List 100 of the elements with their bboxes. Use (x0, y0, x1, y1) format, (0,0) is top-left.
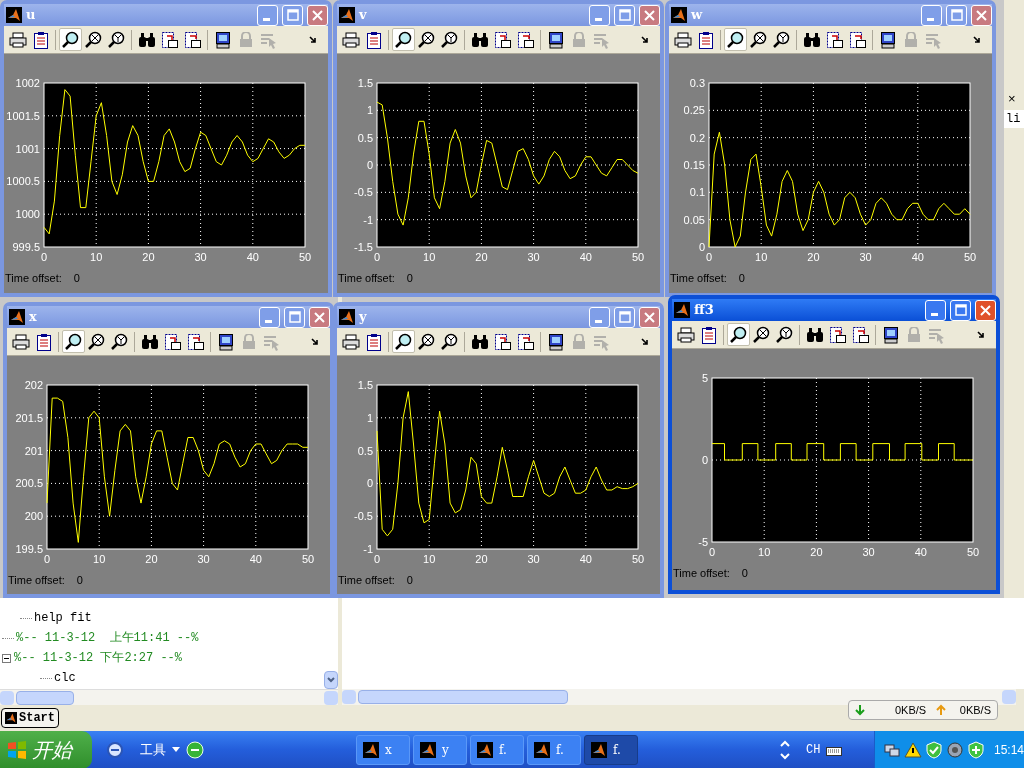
tick-label: -1.5 (354, 241, 373, 253)
time-offset-label: Time offset: (5, 271, 62, 286)
history-command[interactable]: clc (54, 669, 76, 687)
tick-label: 1 (366, 104, 373, 117)
session-header[interactable]: %-- 11-3-12 下午2:27 --% (14, 649, 183, 667)
minimize-button[interactable] (921, 4, 942, 26)
language-indicator[interactable]: CH (806, 740, 821, 759)
start-button[interactable]: Start (1, 708, 59, 728)
magnifier-icon (394, 30, 413, 49)
tick-label: 1000.5 (6, 175, 40, 188)
session-header[interactable]: %-- 11-3-12 上午11:41 --% (16, 629, 199, 647)
tick-label: 0 (373, 251, 381, 263)
tick-label: 40 (914, 546, 927, 558)
tick-label: 20 (810, 546, 823, 558)
minus-icon (4, 657, 9, 659)
save-axes-icon (493, 332, 512, 351)
restore-axes-icon (183, 30, 202, 49)
matlab-logo-icon (339, 309, 355, 325)
tick-label: 0.5 (357, 131, 373, 144)
tick-label: 201 (24, 444, 43, 457)
toolbar-menu[interactable]: 工具 (140, 739, 166, 760)
tick-label: 50 (963, 251, 977, 263)
download-speed: 0KB/S (895, 702, 927, 718)
time-offset-value: 0 (73, 271, 80, 286)
clipboard-icon (697, 30, 714, 49)
upload-speed: 0KB/S (959, 702, 991, 718)
binoculars-icon (470, 31, 489, 48)
taskbar-button[interactable]: f. (470, 734, 524, 765)
toolbar-button[interactable] (724, 28, 747, 51)
clock[interactable]: 15:14 (994, 740, 1024, 759)
chevron-icon (309, 336, 320, 347)
tick-label: -0.5 (354, 186, 373, 199)
scroll-down-button[interactable] (324, 671, 338, 689)
maximize-icon (954, 304, 967, 316)
minimize-button[interactable] (925, 299, 946, 321)
magnifier-icon (61, 30, 80, 49)
tick-label: -1 (363, 543, 373, 555)
minimize-button[interactable] (589, 306, 610, 328)
caret-icon[interactable] (172, 746, 180, 753)
zoom-y-icon (440, 332, 459, 351)
tick-label: 0 (705, 251, 713, 263)
taskbar-button[interactable]: y (413, 734, 467, 765)
save-axes-icon (828, 325, 847, 344)
maximize-button[interactable] (950, 299, 971, 321)
taskbar-button[interactable]: x (356, 734, 410, 765)
tick-label: 0.3 (689, 77, 705, 89)
tick-label: 50 (966, 546, 980, 558)
speaker-icon[interactable] (946, 740, 964, 759)
printer-icon (11, 333, 30, 350)
horizontal-scrollbar[interactable] (0, 689, 338, 705)
minimize-button[interactable] (257, 4, 278, 26)
shield-plus-icon[interactable] (967, 740, 985, 759)
history-command[interactable]: help fit (34, 609, 92, 627)
windows-logo-icon (6, 739, 28, 760)
warning-icon[interactable] (904, 740, 922, 759)
toolbar-button[interactable] (727, 323, 750, 346)
close-button[interactable] (975, 299, 996, 321)
magnifier-icon (729, 325, 748, 344)
taskbar-button[interactable]: f. (584, 734, 638, 765)
monitor-icon (217, 332, 234, 351)
tick-label: 0 (373, 553, 381, 565)
tick-label: 0.25 (683, 104, 705, 117)
matlab-logo-icon (5, 712, 17, 724)
save-axes-icon (163, 332, 182, 351)
close-glyph[interactable]: × (1004, 92, 1024, 106)
tick-label: 40 (246, 251, 259, 263)
tick-label: 30 (859, 251, 872, 263)
maximize-icon (286, 9, 299, 21)
chevron-icon (307, 34, 318, 45)
toolbar-button[interactable] (62, 330, 85, 353)
collapse-toggle[interactable] (2, 653, 11, 663)
horizontal-scrollbar[interactable] (342, 689, 1016, 705)
toolbar-button[interactable] (59, 28, 82, 51)
up-arrow-icon (936, 704, 947, 716)
tick-label: 0 (40, 251, 48, 263)
toolbar-button[interactable] (392, 28, 415, 51)
window-title: x (29, 308, 38, 327)
restore-axes-icon (516, 30, 535, 49)
start-button[interactable]: 开始 (0, 730, 92, 768)
zoom-y-icon (110, 332, 129, 351)
time-offset-label: Time offset: (673, 566, 730, 581)
matlab-logo-icon (339, 7, 355, 23)
magnifier-icon (726, 30, 745, 49)
clipboard-icon (365, 30, 382, 49)
monitor-icon (547, 30, 564, 49)
taskbar-button[interactable]: f. (527, 734, 581, 765)
window-title: v (359, 6, 368, 25)
minimize-button[interactable] (589, 4, 610, 26)
tick-label: 30 (194, 251, 207, 263)
monitor-icon (214, 30, 231, 49)
tick-label: 10 (758, 546, 771, 558)
tick-label: 30 (527, 553, 540, 565)
toolbar-button[interactable] (392, 330, 415, 353)
tick-label: 30 (527, 251, 540, 263)
restore-axes-icon (851, 325, 870, 344)
minimize-button[interactable] (259, 306, 280, 328)
tick-label: 10 (93, 553, 106, 565)
close-icon (314, 311, 325, 323)
time-offset-label: Time offset: (670, 271, 727, 286)
zoom-y-icon (440, 30, 459, 49)
